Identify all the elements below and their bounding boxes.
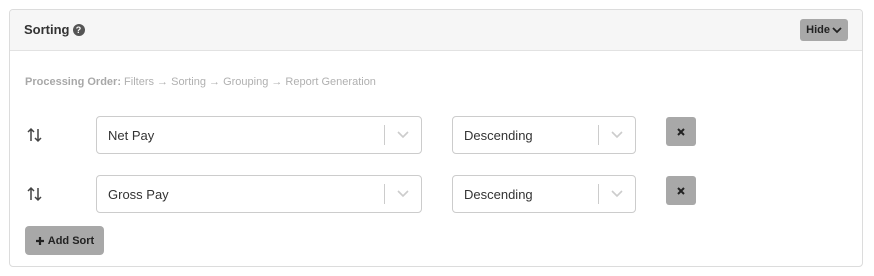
remove-sort-button[interactable] [666, 117, 696, 146]
sort-direction-select[interactable]: Descending [452, 116, 636, 154]
select-separator [598, 184, 599, 204]
sort-row: Net Pay Descending [10, 116, 862, 154]
sort-direction-select[interactable]: Descending [452, 175, 636, 213]
panel-title: Sorting ? [24, 22, 85, 38]
sort-field-select[interactable]: Gross Pay [96, 175, 422, 213]
processing-order-label: Processing Order: [25, 76, 121, 88]
sort-direction-value: Descending [464, 128, 533, 143]
select-separator [598, 125, 599, 145]
sort-field-value: Gross Pay [108, 187, 169, 202]
plus-icon [35, 236, 44, 245]
chevron-down-icon[interactable] [609, 128, 625, 142]
panel-title-text: Sorting [24, 22, 70, 37]
question-circle-icon[interactable]: ? [72, 24, 85, 36]
sort-field-select[interactable]: Net Pay [96, 116, 422, 154]
chevron-down-icon[interactable] [395, 187, 411, 201]
remove-sort-button[interactable] [666, 176, 696, 205]
sort-arrows-icon[interactable] [25, 184, 45, 204]
sort-row: Gross Pay Descending [10, 175, 862, 213]
close-icon [677, 186, 685, 195]
add-sort-button[interactable]: Add Sort [25, 226, 104, 255]
chevron-down-icon [832, 27, 842, 34]
panel-header: Sorting ? Hide [10, 10, 862, 51]
sort-field-value: Net Pay [108, 128, 155, 143]
processing-order-steps: Filters → Sorting → Grouping → Report Ge… [124, 76, 376, 88]
sorting-panel: Sorting ? Hide Processing Order: Filters… [9, 9, 863, 267]
processing-order: Processing Order: Filters → Sorting → Gr… [25, 76, 376, 88]
sort-arrows-icon[interactable] [25, 125, 45, 145]
add-sort-label: Add Sort [47, 234, 95, 247]
sort-direction-value: Descending [464, 187, 533, 202]
hide-button[interactable]: Hide [800, 19, 848, 41]
chevron-down-icon[interactable] [395, 128, 411, 142]
select-separator [384, 125, 385, 145]
chevron-down-icon[interactable] [609, 187, 625, 201]
hide-button-label: Hide [806, 24, 830, 36]
close-icon [677, 127, 685, 136]
select-separator [384, 184, 385, 204]
